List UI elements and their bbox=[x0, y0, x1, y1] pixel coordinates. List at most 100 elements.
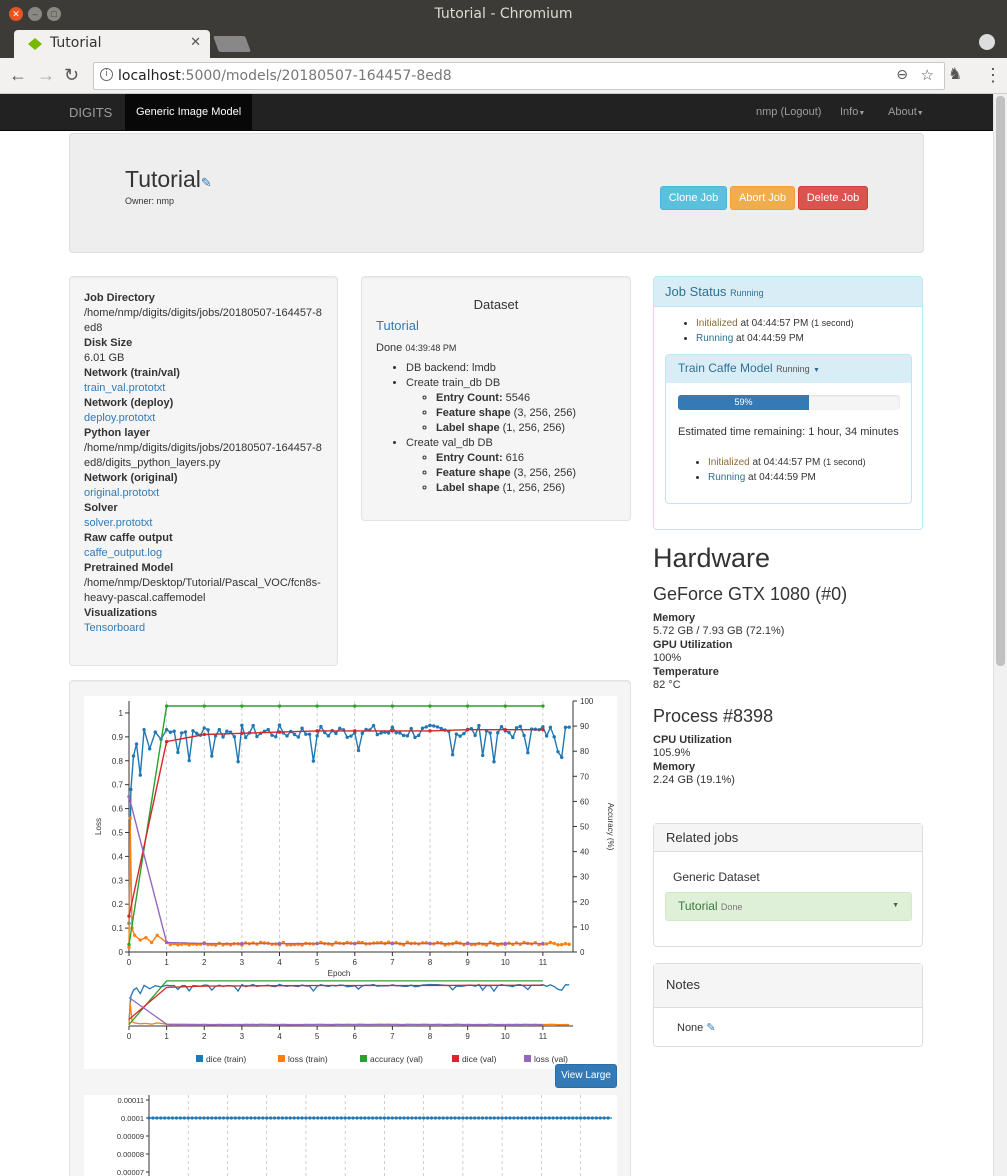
lr-data-point bbox=[594, 1116, 598, 1120]
lr-data-point bbox=[178, 1116, 182, 1120]
cpu-util-label: CPU Utilization bbox=[653, 734, 732, 746]
data-point bbox=[183, 730, 188, 734]
info-link[interactable]: original.prototxt bbox=[84, 486, 323, 501]
lr-data-point bbox=[382, 1116, 387, 1120]
x-tick-label: 3 bbox=[240, 958, 245, 967]
data-point bbox=[401, 733, 406, 738]
lr-data-point bbox=[355, 1116, 359, 1120]
profile-icon[interactable] bbox=[979, 34, 995, 50]
data-point bbox=[435, 725, 440, 729]
data-point bbox=[300, 726, 304, 730]
scrollbar-thumb[interactable] bbox=[996, 96, 1005, 666]
train-task-header[interactable]: Train Caffe Model Running ▼ bbox=[666, 355, 911, 383]
data-point bbox=[458, 734, 462, 738]
page-info-icon[interactable]: i bbox=[100, 68, 113, 81]
data-point bbox=[251, 723, 255, 728]
lr-chart-container: 0.00011 0.0001 0.00009 0.00008 0.00007 bbox=[84, 1095, 617, 1176]
lr-data-point bbox=[284, 1116, 288, 1120]
val-feature-shape: Feature shape (3, 256, 256) bbox=[436, 466, 616, 481]
lr-data-point bbox=[598, 1116, 602, 1120]
data-point bbox=[353, 729, 357, 733]
data-point bbox=[311, 759, 316, 763]
val-entry-count: Entry Count: 616 bbox=[436, 451, 616, 466]
page-scrollbar[interactable] bbox=[993, 94, 1007, 1176]
info-link[interactable]: deploy.prototxt bbox=[84, 411, 323, 426]
overview-x-tick-label: 11 bbox=[539, 1032, 548, 1041]
info-label: Job Directory bbox=[84, 292, 155, 304]
view-large-button[interactable]: View Large bbox=[555, 1064, 617, 1088]
related-dataset-item[interactable]: Tutorial Done ▼ bbox=[665, 892, 912, 921]
edit-icon[interactable]: ✎ bbox=[201, 175, 212, 190]
train-task-title: Train Caffe Model bbox=[678, 361, 773, 375]
brand-link[interactable]: DIGITS bbox=[69, 105, 112, 120]
caret-down-icon: ▼ bbox=[812, 367, 820, 374]
dataset-link[interactable]: Tutorial bbox=[376, 318, 616, 333]
running-label: Running bbox=[696, 333, 734, 344]
y-tick-label: 0.3 bbox=[112, 876, 124, 885]
close-tab-icon[interactable]: ✕ bbox=[190, 35, 201, 50]
edit-icon[interactable]: ✎ bbox=[706, 1022, 715, 1034]
clone-job-button[interactable]: Clone Job bbox=[660, 186, 727, 210]
feature-label: Feature shape bbox=[436, 467, 511, 479]
related-dataset-state: Done bbox=[720, 902, 743, 912]
data-point bbox=[465, 727, 470, 732]
info-link[interactable]: caffe_output.log bbox=[84, 546, 323, 561]
lr-data-point bbox=[516, 1116, 520, 1120]
legend-swatch bbox=[360, 1055, 367, 1062]
page: DIGITS Generic Image Model nmp (Logout) … bbox=[0, 94, 993, 1176]
legend-label: dice (val) bbox=[462, 1054, 497, 1064]
bookmark-star-icon[interactable]: ☆ bbox=[921, 66, 934, 84]
task-timeline: Initialized at 04:44:57 PM (1 second) Ru… bbox=[678, 455, 866, 485]
data-point bbox=[496, 731, 500, 735]
legend-label: loss (train) bbox=[288, 1054, 328, 1064]
lr-y-tick-label: 0.00011 bbox=[117, 1096, 144, 1105]
data-point bbox=[503, 941, 507, 946]
lr-data-point bbox=[206, 1116, 210, 1120]
data-point bbox=[255, 734, 259, 739]
data-point bbox=[164, 940, 169, 945]
new-tab-button[interactable] bbox=[213, 36, 251, 52]
lr-data-point bbox=[182, 1116, 186, 1120]
entry-label: Entry Count: bbox=[436, 392, 503, 404]
gpu-temp-value: 82 °C bbox=[653, 679, 681, 691]
extension-icon[interactable]: ♞ bbox=[948, 66, 962, 84]
status-initialized: Initialized at 04:44:57 PM (1 second) bbox=[696, 316, 922, 331]
job-status-timeline: Initialized at 04:44:57 PM (1 second) Ru… bbox=[654, 316, 922, 346]
train-label-value: (1, 256, 256) bbox=[502, 422, 566, 434]
abort-job-button[interactable]: Abort Job bbox=[730, 186, 795, 210]
caret-down-icon: ▼ bbox=[892, 902, 899, 909]
val-feature-value: (3, 256, 256) bbox=[513, 467, 577, 479]
zoom-icon[interactable]: ⊖ bbox=[896, 67, 908, 83]
data-point bbox=[243, 735, 248, 740]
lr-data-point bbox=[343, 1116, 347, 1120]
data-point bbox=[563, 725, 568, 730]
dataset-details: DB backend: lmdb Create train_db DB Entr… bbox=[376, 361, 616, 496]
nav-generic-image-model[interactable]: Generic Image Model bbox=[125, 94, 253, 131]
data-point bbox=[217, 727, 222, 732]
info-link[interactable]: solver.prototxt bbox=[84, 516, 323, 531]
data-point bbox=[567, 725, 571, 729]
reload-icon[interactable]: ↻ bbox=[64, 66, 79, 84]
url-input[interactable]: i localhost:5000/models/20180507-164457-… bbox=[93, 62, 945, 90]
y-tick-label: 0.7 bbox=[112, 781, 124, 790]
data-point bbox=[356, 748, 361, 753]
nav-info-dropdown[interactable]: Info▼ bbox=[840, 106, 865, 118]
browser-tab[interactable]: Tutorial ✕ bbox=[14, 30, 210, 58]
data-point bbox=[129, 787, 133, 792]
nav-about-dropdown[interactable]: About▼ bbox=[888, 106, 924, 118]
info-link[interactable]: train_val.prototxt bbox=[84, 381, 323, 396]
training-chart: 0 1 2 3 4 5 6 7 8 9 10 1100.10.20.30.40.50.60.70.80… bbox=[94, 697, 615, 1064]
lr-data-point bbox=[210, 1116, 214, 1120]
lr-data-point bbox=[374, 1116, 379, 1120]
forward-icon[interactable]: → bbox=[37, 66, 55, 84]
y2-axis-label: Accuracy (%) bbox=[606, 803, 615, 851]
nav-user-logout[interactable]: nmp (Logout) bbox=[756, 106, 821, 118]
y2-tick-label: 40 bbox=[580, 848, 589, 857]
menu-icon[interactable]: ⋮ bbox=[984, 66, 1002, 84]
info-link[interactable]: Tensorboard bbox=[84, 621, 323, 636]
data-point bbox=[338, 726, 342, 731]
delete-job-button[interactable]: Delete Job bbox=[798, 186, 868, 210]
back-icon[interactable]: ← bbox=[9, 66, 27, 84]
info-label: Solver bbox=[84, 502, 118, 514]
dataset-done: Done bbox=[376, 342, 403, 354]
